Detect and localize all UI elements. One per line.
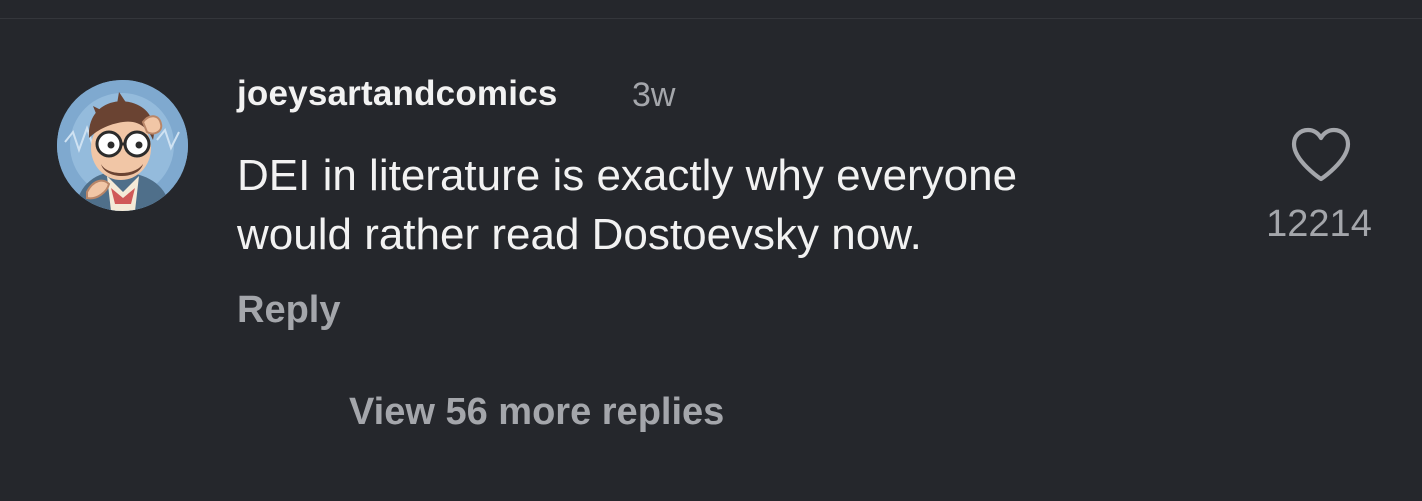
avatar-illustration (57, 80, 188, 211)
comment-item: joeysartandcomics 3w DEI in literature i… (0, 0, 1422, 501)
view-more-replies-button[interactable]: View 56 more replies (349, 391, 724, 434)
comment-text: DEI in literature is exactly why everyon… (237, 146, 1217, 264)
avatar[interactable] (57, 80, 188, 211)
comment-text-line: would rather read Dostoevsky now. (237, 210, 922, 259)
comment-screen: joeysartandcomics 3w DEI in literature i… (0, 0, 1422, 501)
comment-text-line: DEI in literature is exactly why everyon… (237, 151, 1018, 200)
like-button[interactable] (1290, 127, 1352, 183)
reply-button[interactable]: Reply (237, 289, 340, 332)
heart-outline-icon (1291, 127, 1351, 182)
comment-timestamp: 3w (632, 76, 676, 114)
username[interactable]: joeysartandcomics (237, 74, 558, 114)
like-count: 12214 (1266, 203, 1372, 245)
